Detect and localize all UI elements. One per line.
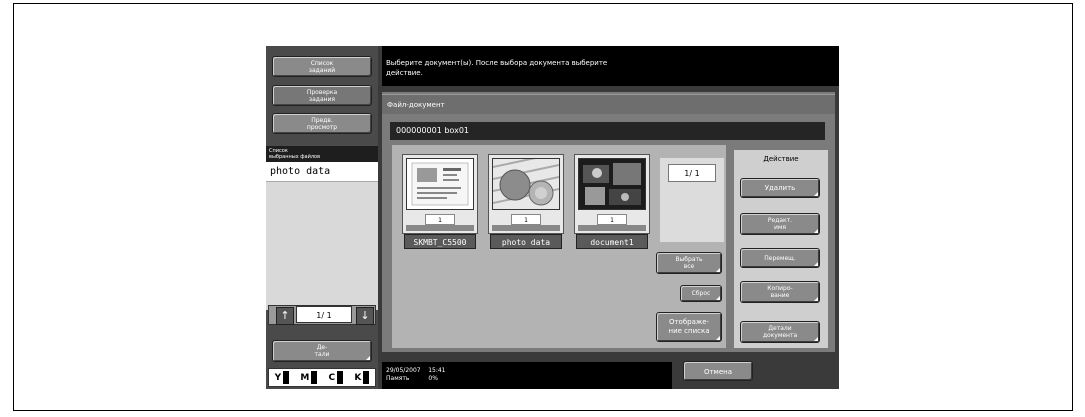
counter-value: 1/ 1 bbox=[668, 164, 716, 182]
arrow-down-icon[interactable]: ↓ bbox=[356, 307, 374, 325]
reset-button[interactable]: Сброс bbox=[680, 285, 722, 302]
box-name-bar: 000000001 box01 bbox=[390, 122, 825, 140]
thumb-bar bbox=[578, 225, 646, 231]
detail-button[interactable]: Де- тали bbox=[272, 340, 372, 362]
instruction-message: Выберите документ(ы). После выбора докум… bbox=[382, 46, 839, 86]
document-page-counter: 1/ 1 bbox=[660, 158, 724, 242]
toner-y: Y bbox=[275, 371, 290, 384]
status-bar: 29/05/2007 15:41 Память 0% bbox=[382, 362, 672, 389]
actions-title: Действие bbox=[763, 155, 799, 163]
page-count: 1 bbox=[511, 214, 541, 225]
thumb-bar bbox=[406, 225, 474, 231]
document-preview-image bbox=[406, 158, 474, 210]
preview-button[interactable]: Предв. просмотр bbox=[272, 113, 372, 134]
document-details-button[interactable]: Детали документа bbox=[740, 321, 820, 343]
toner-c: C bbox=[329, 371, 344, 384]
delete-button[interactable]: Удалить bbox=[740, 178, 820, 198]
list-view-button[interactable]: Отображе- ние списка bbox=[656, 312, 722, 342]
cancel-button[interactable]: Отмена bbox=[683, 361, 753, 381]
date-time: 29/05/2007 15:41 bbox=[386, 367, 446, 374]
move-button[interactable]: Перемещ. bbox=[740, 248, 820, 268]
job-check-button[interactable]: Проверка задания bbox=[272, 85, 372, 106]
select-all-button[interactable]: Выбрать все bbox=[656, 252, 722, 274]
toner-levels: Y M C K bbox=[268, 368, 376, 387]
document-thumbnail[interactable]: 1 bbox=[574, 154, 650, 234]
page-indicator: 1/ 1 bbox=[296, 306, 352, 323]
document-name-button[interactable]: SKMBT_C5500 bbox=[404, 234, 476, 249]
document-name-button[interactable]: photo data bbox=[490, 234, 562, 249]
job-list-button[interactable]: Список заданий bbox=[272, 56, 372, 77]
document-preview-image bbox=[492, 158, 560, 210]
selected-files-header: Список выбранных файлов bbox=[266, 146, 378, 162]
selected-file-item[interactable]: photo data bbox=[266, 162, 378, 182]
arrow-up-icon[interactable]: ↑ bbox=[276, 307, 294, 325]
document-name-button[interactable]: document1 bbox=[576, 234, 648, 249]
toner-k: K bbox=[354, 371, 370, 384]
memory-status: Память 0% bbox=[386, 375, 438, 382]
thumb-bar bbox=[492, 225, 560, 231]
document-thumbnail[interactable]: 1 bbox=[402, 154, 478, 234]
document-thumbnail[interactable]: 1 bbox=[488, 154, 564, 234]
toner-m: M bbox=[300, 371, 318, 384]
selected-files-list bbox=[266, 162, 378, 310]
page-count: 1 bbox=[597, 214, 627, 225]
panel-title: Файл-документ bbox=[382, 94, 835, 114]
copy-button[interactable]: Копиро- вание bbox=[740, 281, 820, 303]
document-preview-image bbox=[578, 158, 646, 210]
rename-button[interactable]: Редакт. имя bbox=[740, 213, 820, 235]
page-count: 1 bbox=[425, 214, 455, 225]
